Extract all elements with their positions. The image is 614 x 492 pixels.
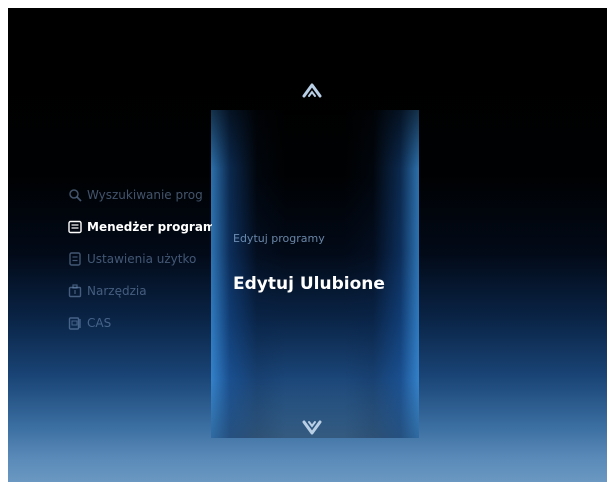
tv-menu-screen: Wyszukiwanie prog Menedżer program Ustaw…: [8, 8, 607, 482]
menu-item-cas[interactable]: CAS: [68, 312, 212, 334]
program-manager-icon: [68, 220, 82, 234]
menu-item-label: Menedżer program: [87, 220, 212, 234]
main-menu: Wyszukiwanie prog Menedżer program Ustaw…: [68, 184, 212, 344]
menu-item-tools[interactable]: Narzędzia: [68, 280, 212, 302]
submenu-item-edit-favorites[interactable]: Edytuj Ulubione: [233, 274, 385, 294]
menu-item-program-search[interactable]: Wyszukiwanie prog: [68, 184, 212, 206]
menu-item-label: Wyszukiwanie prog: [87, 188, 203, 202]
search-icon: [69, 189, 82, 202]
user-settings-icon: [69, 252, 81, 266]
menu-item-label: Narzędzia: [87, 284, 147, 298]
menu-item-label: Ustawienia użytko: [87, 252, 197, 266]
scroll-up-arrow-icon[interactable]: [300, 80, 324, 100]
scroll-down-arrow-icon[interactable]: [300, 418, 324, 438]
menu-item-program-manager[interactable]: Menedżer program: [68, 216, 212, 238]
tools-icon: [68, 284, 82, 298]
cas-card-icon: [68, 317, 81, 330]
menu-item-label: CAS: [87, 316, 112, 330]
menu-item-user-settings[interactable]: Ustawienia użytko: [68, 248, 212, 270]
submenu-item-edit-programs[interactable]: Edytuj programy: [233, 232, 325, 245]
